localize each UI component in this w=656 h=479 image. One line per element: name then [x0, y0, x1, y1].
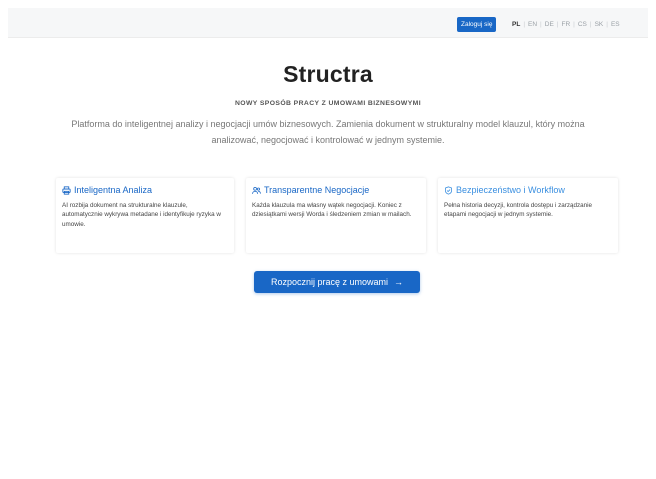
feature-card-analysis: Inteligentna Analiza AI rozbija dokument… — [56, 178, 234, 253]
feature-card-negotiation: Transparentne Negocjacje Każda klauzula … — [246, 178, 426, 253]
login-button[interactable]: Zaloguj się — [457, 17, 497, 32]
feature-card-header: Inteligentna Analiza — [62, 185, 228, 195]
feature-card-security: Bezpieczeństwo i Workflow Pełna historia… — [438, 178, 618, 253]
lang-sk[interactable]: SK — [593, 17, 606, 32]
page-title: Structra — [283, 61, 373, 87]
printer-icon — [62, 185, 71, 195]
top-bar: Zaloguj się PL | EN | DE | FR | CS | SK … — [8, 8, 648, 38]
lang-pl[interactable]: PL — [510, 17, 522, 32]
feature-card-body: Pełna historia decyzji, kontrola dostępu… — [444, 202, 593, 219]
lang-en[interactable]: EN — [526, 17, 539, 32]
landing-page: Zaloguj się PL | EN | DE | FR | CS | SK … — [8, 8, 648, 479]
start-button[interactable]: Rozpocznij pracę z umowami → — [254, 271, 420, 293]
feature-card-title: Transparentne Negocjacje — [264, 185, 370, 195]
start-button-label: Rozpocznij pracę z umowami — [270, 277, 389, 287]
language-switcher: PL | EN | DE | FR | CS | SK | ES — [510, 17, 622, 32]
feature-card-title: Bezpieczeństwo i Workflow — [456, 185, 565, 195]
users-icon — [252, 186, 261, 194]
page-description: Platforma do inteligentnej analizy i neg… — [71, 119, 585, 145]
shield-icon — [445, 185, 452, 195]
feature-card-header: Transparentne Negocjacje — [252, 185, 420, 195]
page-subtitle: NOWY SPOSÓB PRACY Z UMOWAMI BIZNESOWYMI — [234, 100, 422, 107]
feature-card-body: AI rozbija dokument na strukturalne klau… — [62, 202, 221, 228]
arrow-right-icon: → — [394, 277, 404, 287]
lang-cs[interactable]: CS — [576, 17, 589, 32]
feature-card-title: Inteligentna Analiza — [74, 185, 153, 195]
lang-de[interactable]: DE — [543, 17, 556, 32]
feature-card-header: Bezpieczeństwo i Workflow — [444, 185, 612, 195]
lang-fr[interactable]: FR — [559, 17, 572, 32]
lang-es[interactable]: ES — [609, 17, 622, 32]
feature-card-body: Każda klauzula ma własny wątek negocjacj… — [252, 202, 412, 219]
